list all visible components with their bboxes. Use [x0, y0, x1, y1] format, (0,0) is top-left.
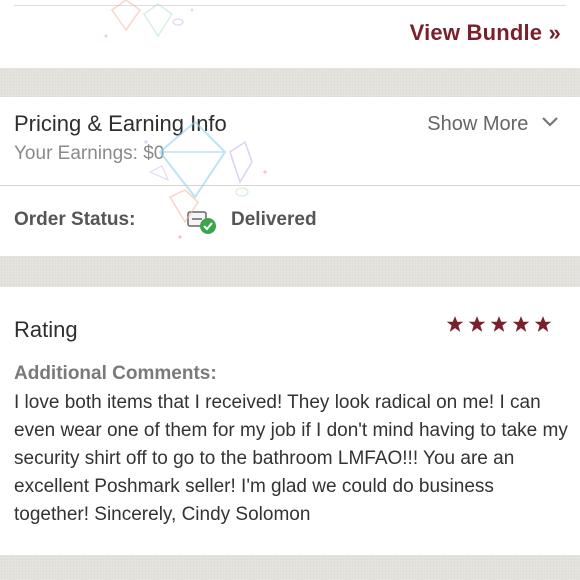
bundle-card: View Bundle » — [0, 0, 580, 68]
earnings-label: Your Earnings: $ — [14, 143, 154, 164]
star-icon — [468, 316, 486, 332]
star-icon — [534, 316, 552, 332]
pricing-section[interactable]: Pricing & Earning Info Your Earnings: $0… — [0, 97, 580, 185]
chevron-down-icon — [542, 117, 558, 127]
section-gap — [0, 68, 580, 97]
section-gap — [0, 555, 580, 580]
comment-text: I love both items that I received! They … — [14, 392, 568, 525]
section-gap — [0, 256, 580, 287]
diamond-watermark-icon — [144, 120, 267, 239]
star-icon — [446, 316, 464, 332]
star-icon — [512, 316, 530, 332]
star-rating — [446, 315, 552, 333]
star-icon — [490, 316, 508, 332]
show-more-button[interactable]: Show More — [427, 113, 558, 136]
order-status-section: Order Status: Delivered — [0, 186, 580, 256]
diamond-watermark-icon — [104, 0, 194, 38]
rating-section: Rating Additional Comments: I love both … — [0, 287, 580, 555]
rating-title: Rating — [14, 317, 78, 342]
comments-label: Additional Comments: — [14, 363, 217, 384]
view-bundle-link[interactable]: View Bundle » — [410, 20, 561, 46]
divider — [14, 5, 566, 6]
show-more-label: Show More — [427, 113, 529, 135]
order-status-label: Order Status: — [14, 209, 136, 230]
